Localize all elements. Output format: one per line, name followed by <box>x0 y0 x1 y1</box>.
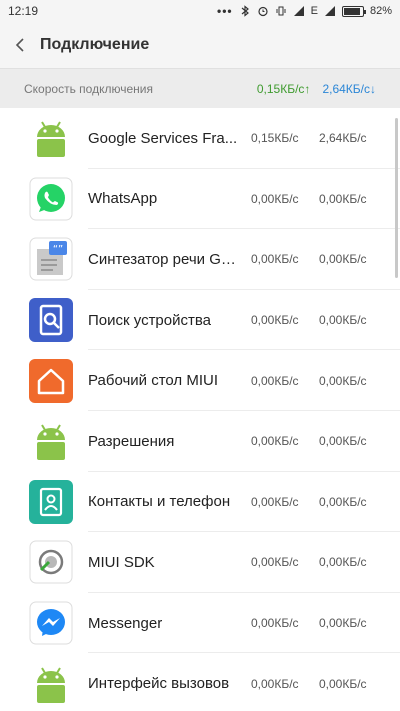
app-download-speed: 0,00КБ/с <box>319 252 367 267</box>
app-upload-speed: 0,00КБ/с <box>251 616 299 631</box>
app-download-speed: 0,00КБ/с <box>319 676 367 691</box>
status-icons: ••• E 82% <box>217 5 392 17</box>
home-icon <box>29 358 73 403</box>
speed-summary-label: Скорость подключения <box>24 81 153 96</box>
app-name: Интерфейс вызовов <box>88 675 230 693</box>
status-time: 12:19 <box>8 4 39 18</box>
app-row[interactable]: “” Синтезатор речи Go... 0,00КБ/с 0,00КБ/с <box>0 229 400 290</box>
battery-percent: 82% <box>369 5 392 17</box>
app-upload-speed: 0,00КБ/с <box>251 494 299 509</box>
signal-icon-2 <box>324 6 335 16</box>
app-row[interactable]: Разрешения 0,00КБ/с 0,00КБ/с <box>0 411 400 472</box>
app-upload-speed: 0,00КБ/с <box>251 373 299 388</box>
svg-text:“”: “” <box>53 244 63 255</box>
app-row[interactable]: Messenger 0,00КБ/с 0,00КБ/с <box>0 593 400 654</box>
app-upload-speed: 0,00КБ/с <box>251 555 299 570</box>
app-upload-speed: 0,00КБ/с <box>251 252 299 267</box>
app-download-speed: 0,00КБ/с <box>319 313 367 328</box>
speed-summary: Скорость подключения 0,15КБ/с↑ 2,64КБ/с↓ <box>0 68 400 108</box>
android-icon <box>29 662 73 706</box>
app-row[interactable]: Интерфейс вызовов 0,00КБ/с 0,00КБ/с <box>0 653 400 711</box>
chevron-left-icon <box>15 38 24 52</box>
app-download-speed: 0,00КБ/с <box>319 373 367 388</box>
app-upload-speed: 0,00КБ/с <box>251 191 299 206</box>
app-name: Поиск устройства <box>88 311 212 329</box>
vibrate-icon <box>276 6 286 16</box>
app-upload-speed: 0,00КБ/с <box>251 313 299 328</box>
upload-speed: 0,15КБ/с↑ <box>256 81 311 96</box>
app-upload-speed: 0,00КБ/с <box>251 676 299 691</box>
app-name: Рабочий стол MIUI <box>88 372 218 390</box>
app-download-speed: 0,00КБ/с <box>319 191 367 206</box>
status-bar: 12:19 ••• E 82% <box>0 0 400 22</box>
miui-sdk-icon <box>29 540 73 584</box>
more-notifications-icon: ••• <box>217 4 233 18</box>
app-list: Google Services Fra... 0,15КБ/с 2,64КБ/с Wh… <box>0 108 400 711</box>
app-download-speed: 0,00КБ/с <box>319 616 367 631</box>
app-name: Разрешения <box>88 432 175 450</box>
app-row[interactable]: WhatsApp 0,00КБ/с 0,00КБ/с <box>0 169 400 230</box>
page-title: Подключение <box>40 36 150 53</box>
contacts-icon <box>29 479 73 524</box>
bluetooth-icon <box>241 5 249 17</box>
android-icon <box>29 116 73 160</box>
find-device-icon <box>29 298 73 343</box>
network-type: E <box>310 5 318 17</box>
header: Подключение <box>0 22 400 68</box>
app-name: MIUI SDK <box>88 553 155 571</box>
app-download-speed: 2,64КБ/с <box>319 131 367 146</box>
back-button[interactable] <box>0 22 40 68</box>
whatsapp-icon <box>29 177 73 221</box>
messenger-icon <box>29 601 73 645</box>
download-speed: 2,64КБ/с↓ <box>322 81 376 96</box>
app-upload-speed: 0,00КБ/с <box>251 434 299 449</box>
signal-icon <box>293 6 304 16</box>
android-icon <box>29 419 73 463</box>
app-row[interactable]: Рабочий стол MIUI 0,00КБ/с 0,00КБ/с <box>0 350 400 411</box>
alarm-icon <box>258 6 268 17</box>
tts-icon: “” <box>29 237 73 281</box>
app-download-speed: 0,00КБ/с <box>319 555 367 570</box>
app-row[interactable]: Поиск устройства 0,00КБ/с 0,00КБ/с <box>0 290 400 351</box>
app-name: Google Services Fra... <box>88 129 238 147</box>
app-name: Messenger <box>88 614 163 632</box>
app-upload-speed: 0,15КБ/с <box>251 131 299 146</box>
battery-icon <box>341 5 366 17</box>
app-name: Синтезатор речи Go... <box>88 250 241 268</box>
app-download-speed: 0,00КБ/с <box>319 494 367 509</box>
app-download-speed: 0,00КБ/с <box>319 434 367 449</box>
scrollbar[interactable] <box>395 118 398 278</box>
app-row[interactable]: Контакты и телефон 0,00КБ/с 0,00КБ/с <box>0 472 400 533</box>
app-name: Контакты и телефон <box>88 493 231 511</box>
app-row[interactable]: Google Services Fra... 0,15КБ/с 2,64КБ/с <box>0 108 400 169</box>
app-row[interactable]: MIUI SDK 0,00КБ/с 0,00КБ/с <box>0 532 400 593</box>
app-name: WhatsApp <box>88 190 158 208</box>
